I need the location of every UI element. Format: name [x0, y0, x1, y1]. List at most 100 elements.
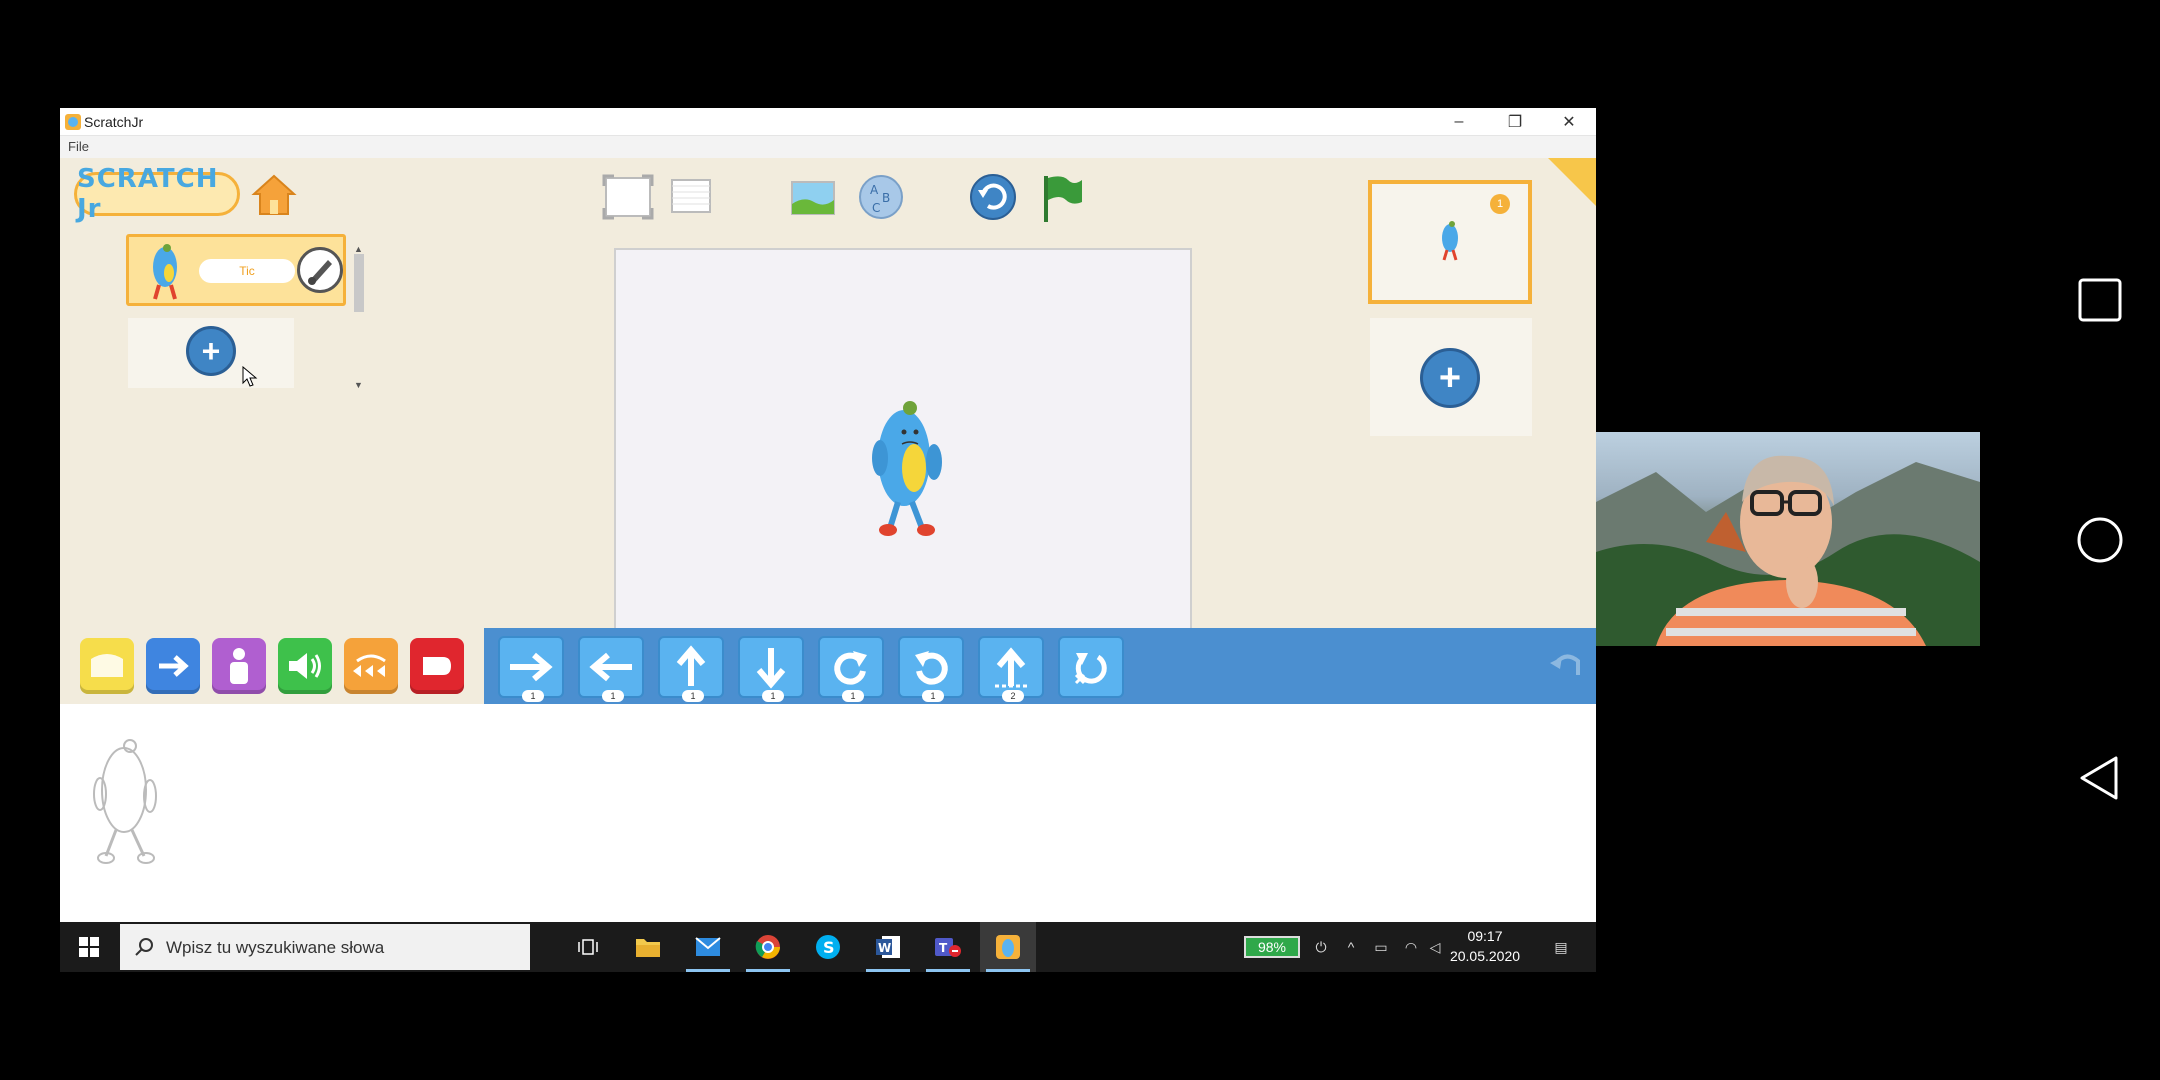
menu-file[interactable]: File: [68, 139, 89, 154]
minimize-button[interactable]: –: [1432, 108, 1486, 136]
windows-taskbar: Wpisz tu wyszukiwane słowa S W T 98% ⏻ ^…: [60, 922, 1596, 972]
scripts-area[interactable]: [60, 704, 1596, 922]
add-page-card[interactable]: +: [1370, 318, 1532, 436]
block-move-up[interactable]: 1: [658, 636, 724, 702]
window-title: ScratchJr: [84, 114, 144, 130]
reset-characters-icon[interactable]: [968, 172, 1018, 222]
turn-left-icon: [915, 651, 948, 685]
category-motion[interactable]: [146, 638, 200, 694]
block-count[interactable]: 1: [842, 690, 864, 702]
webcam-image: [1596, 455, 1980, 646]
add-sprite-card[interactable]: +: [128, 318, 294, 388]
wifi-icon[interactable]: ◠: [1400, 936, 1422, 958]
block-count[interactable]: 1: [522, 690, 544, 702]
control-arrows-icon: [353, 654, 386, 677]
chrome-icon: [755, 935, 780, 959]
category-looks[interactable]: [212, 638, 266, 694]
block-turn-right[interactable]: 1: [818, 636, 884, 702]
word-button[interactable]: W: [860, 922, 916, 972]
network-device-icon[interactable]: ▭: [1370, 936, 1392, 958]
block-count[interactable]: 1: [762, 690, 784, 702]
teams-button[interactable]: T: [920, 922, 976, 972]
block-palette: 1 1 1 1 1 1 2: [60, 628, 1596, 704]
category-end[interactable]: [410, 638, 464, 694]
green-flag-icon[interactable]: [1036, 172, 1086, 224]
scroll-up-arrow-icon[interactable]: ▲: [354, 244, 363, 254]
paintbrush-icon: [308, 260, 332, 285]
redo-button[interactable]: [1594, 644, 1596, 684]
add-sprite-plus-icon[interactable]: +: [186, 326, 236, 376]
chrome-button[interactable]: [740, 922, 796, 972]
move-down-icon: [756, 648, 786, 689]
arrow-right-icon: [159, 655, 189, 677]
file-explorer-button[interactable]: [620, 922, 676, 972]
background-icon[interactable]: [788, 172, 838, 222]
svg-text:A: A: [870, 183, 879, 197]
category-sound[interactable]: [278, 638, 332, 694]
block-move-down[interactable]: 1: [738, 636, 804, 702]
block-go-home[interactable]: [1058, 636, 1124, 698]
motion-blocks: 1 1 1 1 1 1 2: [484, 628, 1596, 704]
block-move-left[interactable]: 1: [578, 636, 644, 702]
sprite-list: Tic +: [126, 234, 350, 390]
category-control[interactable]: [344, 638, 398, 694]
end-block-icon: [423, 657, 451, 675]
page-sprite-preview: [1442, 221, 1458, 261]
mail-button[interactable]: [680, 922, 736, 972]
block-count[interactable]: 2: [1002, 690, 1024, 702]
move-left-icon: [589, 652, 632, 682]
sprite-card-tic[interactable]: Tic: [126, 234, 346, 306]
block-turn-left[interactable]: 1: [898, 636, 964, 702]
scroll-down-arrow-icon[interactable]: ▼: [354, 380, 363, 390]
sprite-list-scroll-thumb[interactable]: [354, 254, 364, 312]
title-bar: ScratchJr – ❐ ✕: [60, 108, 1596, 136]
skype-icon: S: [816, 935, 840, 959]
move-up-icon: [676, 645, 706, 686]
skype-button[interactable]: S: [800, 922, 856, 972]
move-right-icon: [510, 652, 553, 682]
add-page-plus-icon[interactable]: +: [1420, 348, 1480, 408]
notifications-icon[interactable]: ▤: [1550, 936, 1572, 958]
system-clock[interactable]: 09:17 20.05.2020: [1440, 926, 1530, 966]
tic-sprite[interactable]: [864, 396, 950, 538]
android-back-icon[interactable]: [2076, 754, 2124, 802]
grid-toggle-icon[interactable]: [668, 172, 714, 222]
fullscreen-icon[interactable]: [600, 172, 656, 222]
search-placeholder: Wpisz tu wyszukiwane słowa: [166, 938, 385, 957]
block-move-right[interactable]: 1: [498, 636, 564, 702]
webcam-video-overlay: [1596, 432, 1980, 646]
tic-sprite-thumbnail: [153, 244, 177, 300]
block-count[interactable]: 1: [682, 690, 704, 702]
go-home-icon: [1074, 653, 1107, 685]
add-text-icon[interactable]: A B C: [856, 172, 906, 222]
menu-bar: File: [60, 136, 1596, 158]
undo-button[interactable]: [1546, 644, 1586, 684]
category-triggering[interactable]: [80, 638, 134, 694]
clock-date: 20.05.2020: [1449, 948, 1521, 964]
project-info-tab[interactable]: [1548, 158, 1596, 206]
page-thumbnail-1[interactable]: 1: [1368, 180, 1532, 304]
battery-indicator[interactable]: 98%: [1244, 936, 1300, 958]
block-count[interactable]: 1: [602, 690, 624, 702]
block-count[interactable]: 1: [922, 690, 944, 702]
scratchjr-window: ScratchJr – ❐ ✕ File SCRATCH Jr Tic + ▲ …: [60, 108, 1596, 972]
home-icon[interactable]: [250, 172, 298, 218]
task-view-button[interactable]: [560, 922, 616, 972]
android-home-icon[interactable]: [2076, 516, 2124, 564]
scratchjr-app-icon: [65, 114, 81, 130]
android-recents-icon[interactable]: [2076, 276, 2124, 324]
paint-editor-button[interactable]: [297, 247, 343, 293]
sprite-name-label[interactable]: Tic: [199, 259, 295, 283]
restore-button[interactable]: ❐: [1488, 108, 1542, 136]
turn-right-icon: [834, 651, 867, 685]
start-button[interactable]: [60, 922, 118, 972]
show-hidden-icons-icon[interactable]: ^: [1340, 936, 1362, 958]
power-plug-icon[interactable]: ⏻: [1310, 936, 1332, 958]
teams-icon: T: [935, 938, 961, 957]
svg-text:T: T: [939, 941, 948, 955]
taskbar-search-box[interactable]: Wpisz tu wyszukiwane słowa: [120, 924, 530, 970]
block-hop[interactable]: 2: [978, 636, 1044, 702]
close-button[interactable]: ✕: [1542, 108, 1596, 136]
stage-canvas[interactable]: [614, 248, 1192, 628]
scratchjr-taskbar-button[interactable]: [980, 922, 1036, 972]
